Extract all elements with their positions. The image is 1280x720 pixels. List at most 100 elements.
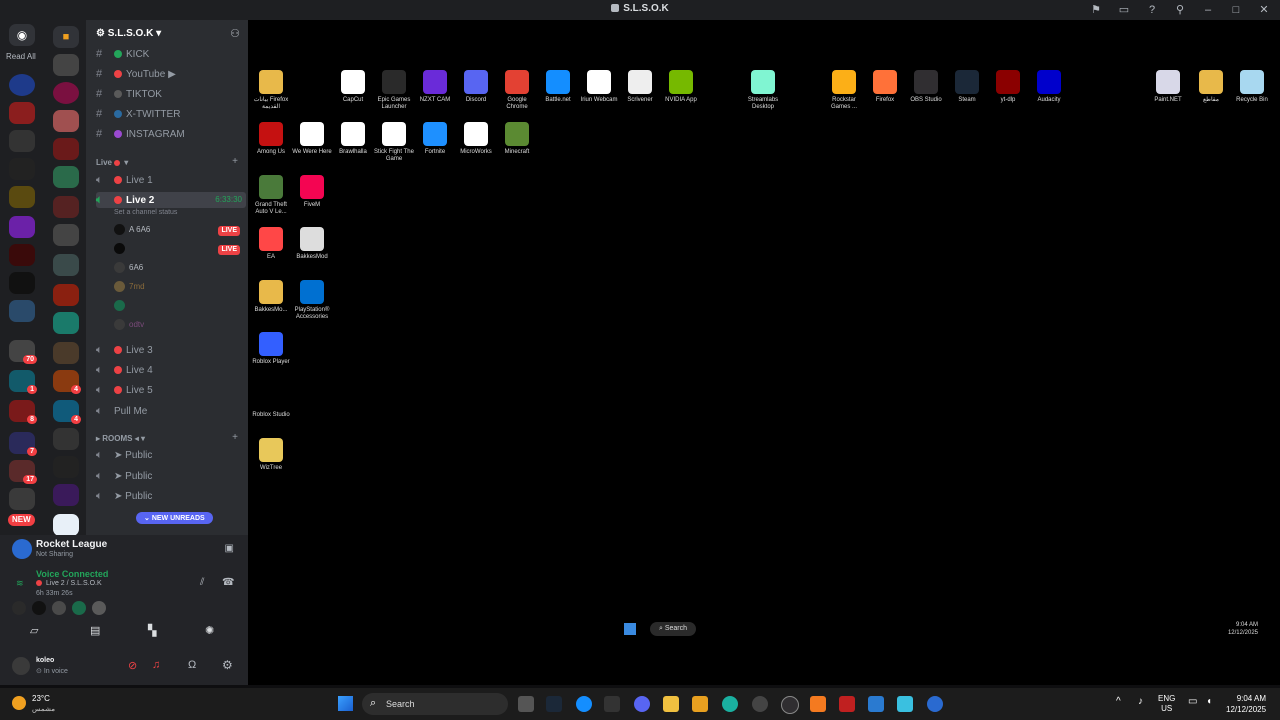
server-icon[interactable]: 1 — [9, 370, 37, 394]
epic-games-icon[interactable] — [604, 696, 620, 712]
voice-channel-pull-me[interactable]: 🔈︎ Pull Me — [96, 403, 147, 419]
desktop-icon[interactable]: Grand Theft Auto V Le... — [251, 175, 291, 216]
desktop-icon[interactable]: Iriun Webcam — [579, 70, 619, 104]
voice-channel-live-2[interactable]: 🔈︎ Live 2 6:33:30 — [96, 192, 246, 208]
server-icon[interactable] — [9, 186, 35, 208]
share-screen-button[interactable]: ▤ — [90, 624, 100, 637]
close-button[interactable]: ✕ — [1256, 2, 1272, 18]
camera-off-button[interactable]: ▱ — [30, 624, 38, 637]
desktop-icon[interactable]: Among Us — [251, 122, 291, 156]
room-public[interactable]: 🔈︎ ➤ Public — [96, 468, 152, 484]
desktop-icon[interactable]: بيانات Firefox القديمة — [251, 70, 291, 111]
channel-x-twitter[interactable]: # X-TWITTER — [96, 106, 180, 122]
read-all-button[interactable]: Read All — [6, 52, 36, 61]
avatar[interactable] — [12, 601, 26, 615]
avatar[interactable] — [92, 601, 106, 615]
desktop-icon[interactable]: FiveM — [292, 175, 332, 209]
chevron-up-icon[interactable]: ^ — [1116, 696, 1121, 707]
avatar[interactable] — [52, 601, 66, 615]
server-icon[interactable]: 7 — [9, 432, 37, 456]
desktop-icon[interactable]: Battle.net — [538, 70, 578, 104]
mic-icon[interactable]: ♪ — [1138, 696, 1143, 707]
desktop-icon[interactable]: yt-dlp — [988, 70, 1028, 104]
desktop-icon[interactable]: Stick Fight The Game — [374, 122, 414, 163]
server-icon[interactable] — [9, 74, 35, 96]
app-icon[interactable] — [692, 696, 708, 712]
language-indicator[interactable]: ENG US — [1158, 694, 1175, 714]
minimize-button[interactable]: – — [1200, 2, 1216, 18]
clock[interactable]: 9:04 AM 12/12/2025 — [1226, 693, 1266, 715]
room-public[interactable]: 🔈︎ ➤ Public — [96, 447, 152, 463]
desktop-icon[interactable]: Brawlhalla — [333, 122, 373, 156]
desktop-icon[interactable]: Streamlabs Desktop — [743, 70, 783, 111]
rocket-league-icon[interactable] — [927, 696, 943, 712]
maximize-button[interactable]: □ — [1228, 2, 1244, 18]
server-icon[interactable] — [9, 130, 35, 152]
streamed-search[interactable]: ⌕ Search — [650, 622, 696, 636]
desktop-icon[interactable]: Paint.NET — [1148, 70, 1188, 104]
desktop-icon[interactable]: EA — [251, 227, 291, 261]
obs-icon[interactable] — [781, 696, 799, 714]
mute-camera-icon[interactable]: ⊘ — [128, 659, 137, 672]
server-icon[interactable] — [53, 456, 79, 478]
soundboard-button[interactable]: ✺ — [205, 624, 214, 637]
folder-icon[interactable]: ■ — [53, 26, 79, 48]
voice-user[interactable] — [114, 242, 129, 256]
task-view-icon[interactable] — [518, 696, 534, 712]
headphones-icon[interactable]: Ω — [188, 659, 196, 671]
voice-connected-label[interactable]: Voice Connected — [36, 569, 108, 579]
desktop-icon[interactable]: BakkesMo... — [251, 280, 291, 314]
server-icon[interactable] — [9, 244, 35, 266]
server-icon[interactable] — [9, 158, 35, 180]
category-live[interactable]: Live ▾ — [96, 158, 128, 167]
video-editor-icon[interactable] — [839, 696, 855, 712]
channel-tiktok[interactable]: # TIKTOK — [96, 86, 162, 102]
voice-user[interactable]: A 6A6 — [114, 223, 150, 237]
avatar[interactable] — [72, 601, 86, 615]
steam-icon[interactable] — [546, 696, 562, 712]
desktop-icon[interactable]: Epic Games Launcher — [374, 70, 414, 111]
desktop-icon[interactable]: CapCut — [333, 70, 373, 104]
network-icon[interactable]: ▭ — [1188, 696, 1197, 707]
desktop-icon[interactable]: Google Chrome — [497, 70, 537, 111]
steam-vr-icon[interactable] — [752, 696, 768, 712]
voice-channel-live-3[interactable]: 🔈︎ Live 3 — [96, 342, 153, 358]
desktop-icon[interactable]: Discord — [456, 70, 496, 104]
desktop-icon[interactable]: Recycle Bin — [1232, 70, 1272, 104]
voice-channel-label[interactable]: Live 2 / S.L.S.O.K — [36, 580, 102, 587]
server-icon[interactable] — [53, 196, 79, 218]
server-icon[interactable] — [53, 484, 79, 506]
channel-kick[interactable]: # KICK — [96, 46, 149, 62]
channel-instagram[interactable]: # INSTAGRAM — [96, 126, 185, 142]
voice-user[interactable] — [114, 299, 129, 313]
battlenet-icon[interactable] — [576, 696, 592, 712]
voice-channel-live-5[interactable]: 🔈︎ Live 5 — [96, 382, 153, 398]
desktop-icon[interactable]: We Were Here — [292, 122, 332, 156]
flag-icon[interactable]: ⚑ — [1088, 2, 1104, 18]
desktop-icon[interactable]: Minecraft — [497, 122, 537, 156]
server-icon[interactable]: 4 — [53, 370, 81, 394]
new-badge[interactable]: NEW — [8, 514, 35, 526]
desktop-icon[interactable]: NZXT CAM — [415, 70, 455, 104]
server-icon[interactable] — [53, 54, 79, 76]
server-icon[interactable] — [53, 312, 79, 334]
notification-icon[interactable]: ⚲ — [1172, 2, 1188, 18]
category-rooms[interactable]: ▸ ROOMS ◂ ▾ — [96, 434, 145, 443]
desktop-icon[interactable]: WizTree — [251, 438, 291, 472]
server-icon[interactable] — [9, 102, 35, 124]
fivem-icon[interactable] — [810, 696, 826, 712]
taskbar-search[interactable]: ⌕ Search — [362, 693, 508, 715]
desktop-icon[interactable]: Roblox Player — [251, 332, 291, 366]
desktop-icon[interactable]: Rockstar Games ... — [824, 70, 864, 111]
mute-mic-icon[interactable]: ♫ — [152, 659, 160, 671]
start-button[interactable] — [338, 696, 353, 711]
desktop-icon[interactable]: Scrivener — [620, 70, 660, 104]
server-icon[interactable] — [53, 82, 79, 104]
activities-button[interactable]: ▚ — [148, 624, 156, 637]
avatar[interactable] — [32, 601, 46, 615]
voice-user[interactable]: 7md — [114, 280, 145, 294]
server-icon[interactable] — [53, 110, 79, 132]
weather-temp[interactable]: 23°C — [32, 694, 50, 703]
desktop-icon[interactable]: NVIDIA App — [661, 70, 701, 104]
username[interactable]: koleo — [36, 657, 54, 664]
